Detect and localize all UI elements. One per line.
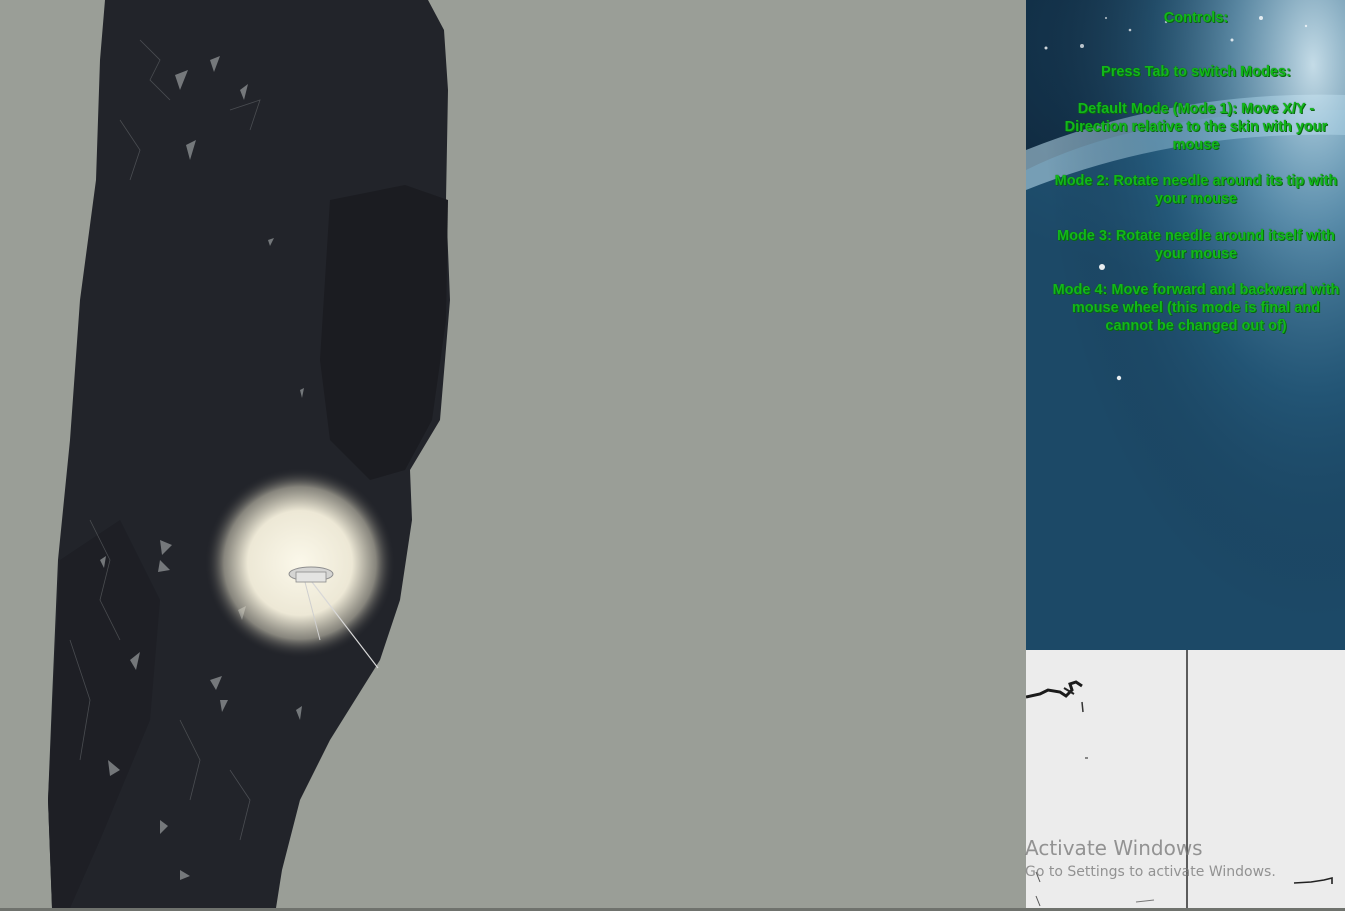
needle-light-glow bbox=[205, 468, 395, 658]
controls-mode-2: Mode 2: Rotate needle around its tip wit… bbox=[1054, 173, 1338, 207]
3d-viewport[interactable] bbox=[0, 0, 1026, 908]
secondary-view bbox=[1026, 650, 1345, 908]
controls-mode-4: Mode 4: Move forward and backward with m… bbox=[1052, 282, 1340, 334]
controls-press-tab: Press Tab to switch Modes: bbox=[1101, 64, 1291, 80]
controls-panel: Controls: Press Tab to switch Modes: Def… bbox=[1026, 0, 1345, 650]
controls-mode-1: Default Mode (Mode 1): Move X/Y - Direct… bbox=[1064, 101, 1328, 153]
secondary-view-render bbox=[1026, 650, 1333, 908]
arm-scene[interactable] bbox=[0, 0, 1026, 908]
controls-mode-3: Mode 3: Rotate needle around itself with… bbox=[1057, 228, 1335, 262]
controls-title: Controls: bbox=[1163, 10, 1229, 26]
